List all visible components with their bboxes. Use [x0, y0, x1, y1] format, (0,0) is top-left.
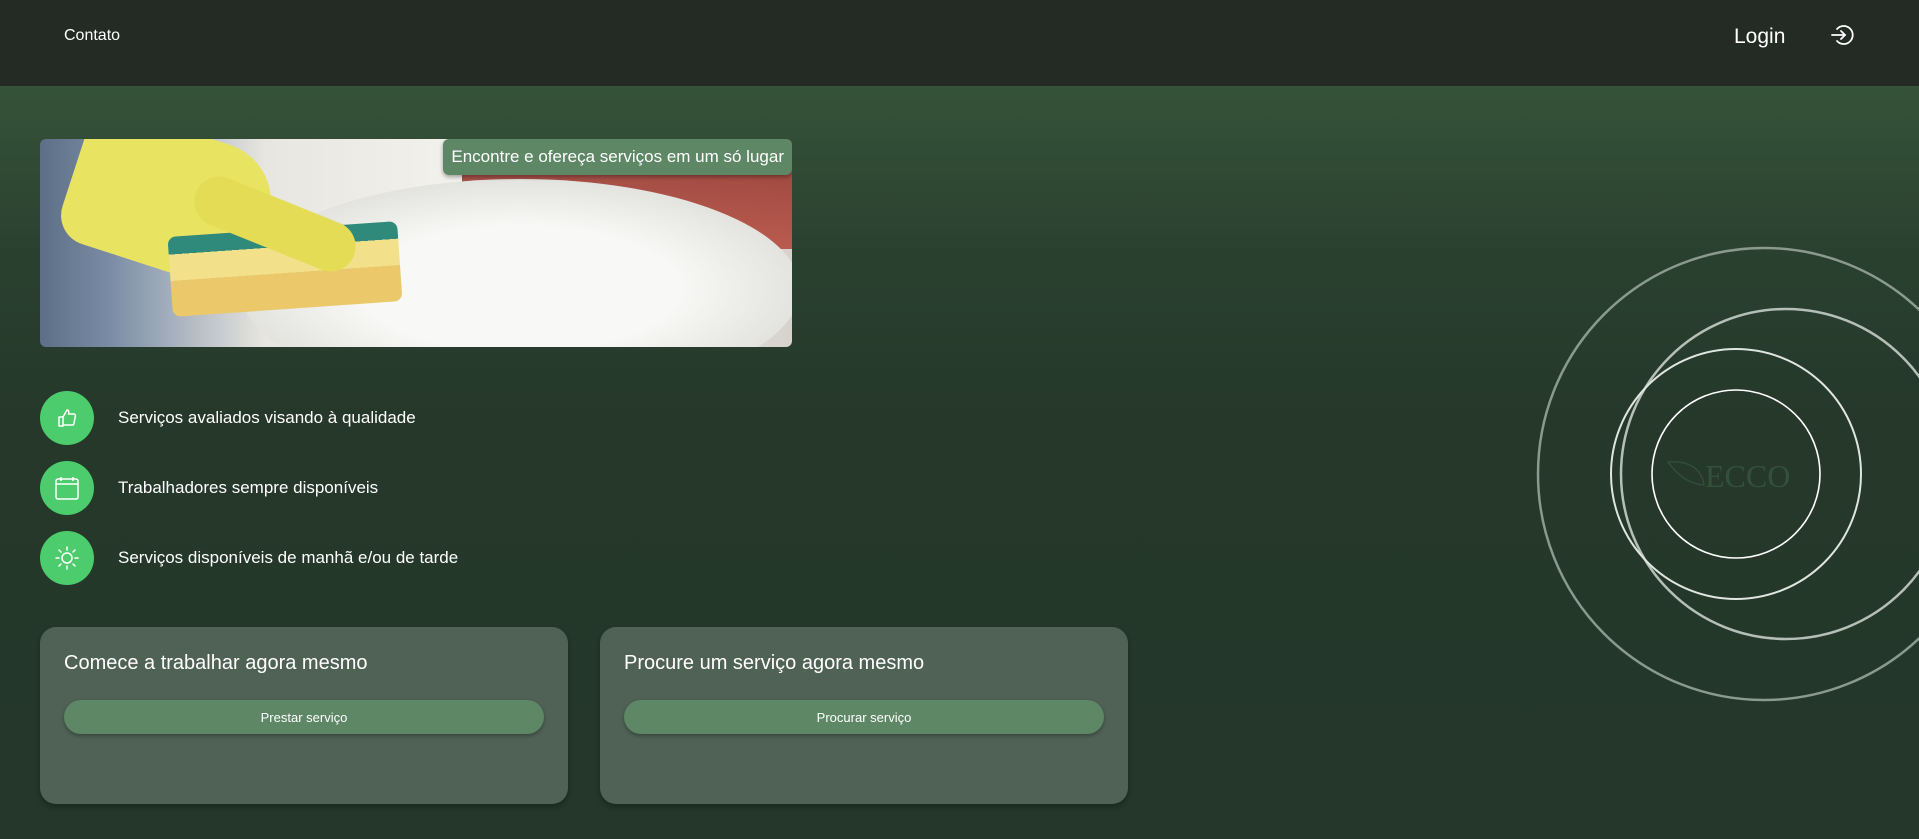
top-nav: Contato Login — [0, 0, 1919, 86]
thumbs-up-icon — [40, 391, 94, 445]
ecco-logo-rings: ECCO — [1536, 246, 1919, 702]
feature-label: Serviços avaliados visando à qualidade — [118, 408, 416, 427]
offer-service-button[interactable]: Prestar serviço — [64, 700, 544, 734]
feature-label: Serviços disponíveis de manhã e/ou de ta… — [118, 548, 459, 567]
card-title: Procure um serviço agora mesmo — [624, 652, 925, 674]
card-title: Comece a trabalhar agora mesmo — [64, 652, 368, 674]
logo-text: ECCO — [1705, 458, 1790, 494]
feature-item: Trabalhadores sempre disponíveis — [40, 461, 378, 515]
sun-icon — [40, 531, 94, 585]
login-icon[interactable] — [1830, 22, 1856, 48]
provider-card: Comece a trabalhar agora mesmo Prestar s… — [40, 627, 568, 804]
search-card: Procure um serviço agora mesmo Procurar … — [600, 627, 1128, 804]
contact-link[interactable]: Contato — [64, 27, 120, 45]
find-service-button[interactable]: Procurar serviço — [624, 700, 1104, 734]
banner-caption: Encontre e ofereça serviços em um só lug… — [443, 139, 792, 175]
calendar-icon — [40, 461, 94, 515]
feature-label: Trabalhadores sempre disponíveis — [118, 478, 379, 497]
hero-banner-image: Encontre e ofereça serviços em um só lug… — [40, 139, 792, 347]
leaf-icon — [1666, 461, 1705, 486]
login-link[interactable]: Login — [1734, 25, 1785, 49]
feature-item: Serviços disponíveis de manhã e/ou de ta… — [40, 531, 458, 585]
feature-item: Serviços avaliados visando à qualidade — [40, 391, 416, 445]
